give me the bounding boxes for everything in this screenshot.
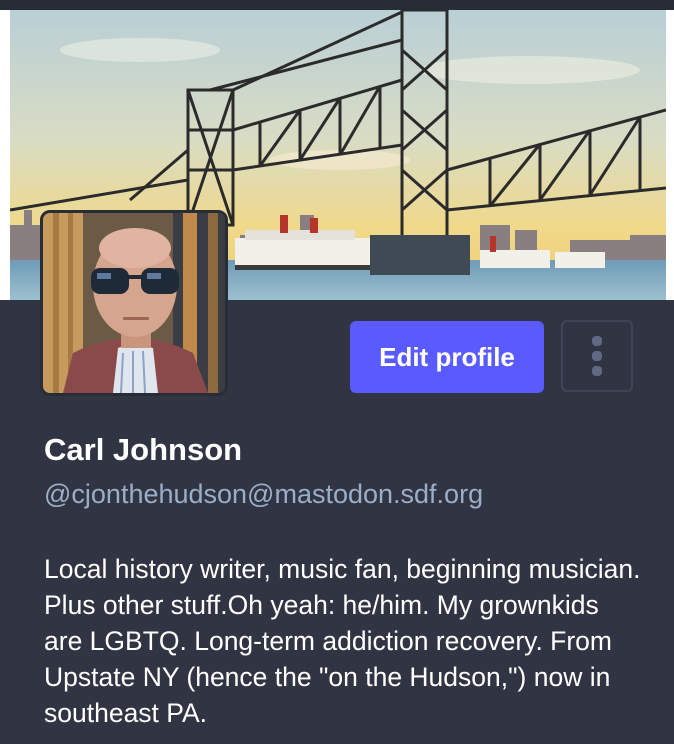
profile-avatar[interactable]	[40, 210, 228, 396]
display-name: Carl Johnson	[44, 432, 243, 467]
top-bar	[0, 0, 674, 10]
edit-profile-button[interactable]: Edit profile	[350, 321, 544, 393]
more-options-button[interactable]	[561, 320, 633, 392]
profile-bio: Local history writer, music fan, beginni…	[44, 554, 641, 728]
account-handle: @cjonthehudson@mastodon.sdf.org	[44, 479, 484, 509]
vertical-ellipsis-icon	[592, 336, 602, 376]
